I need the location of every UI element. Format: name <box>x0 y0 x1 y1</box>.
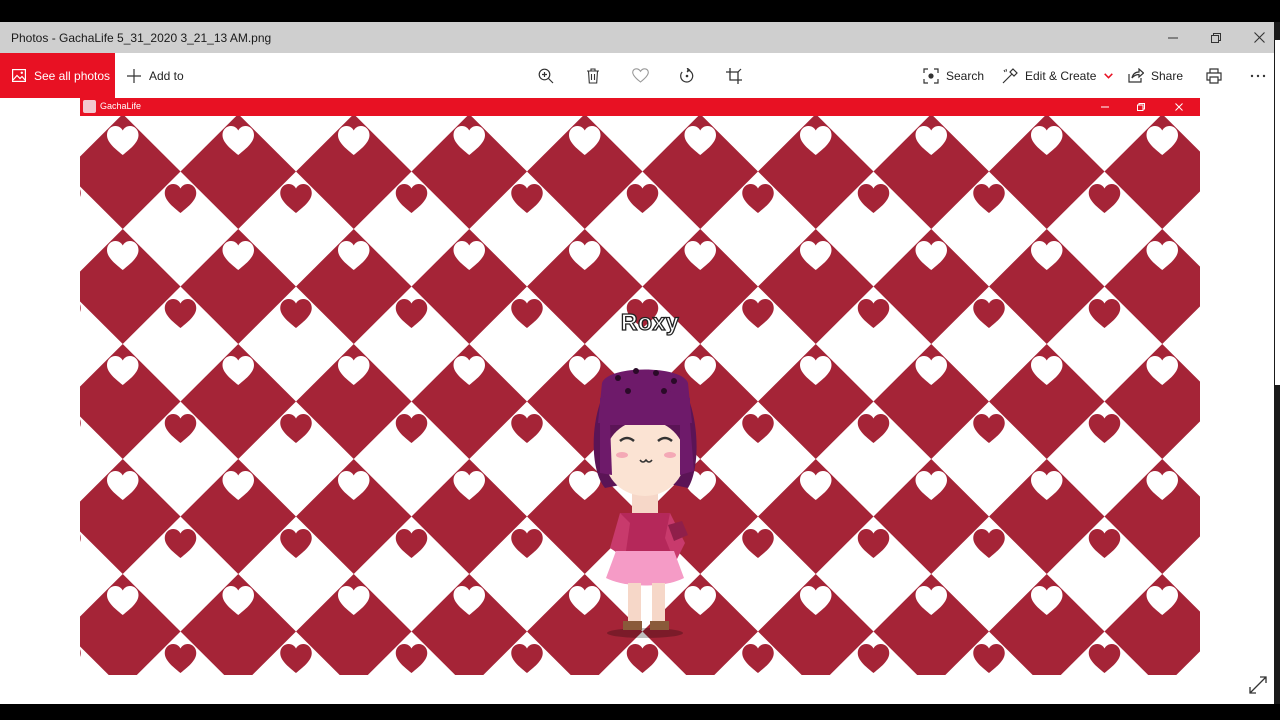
gachalife-app-icon <box>83 100 96 113</box>
rotate-icon <box>680 67 694 83</box>
add-to-button[interactable]: Add to <box>126 53 184 98</box>
zoom-in-icon <box>538 68 554 83</box>
rotate-button[interactable] <box>672 53 702 98</box>
trash-icon <box>587 67 599 84</box>
window-title: Photos - GachaLife 5_31_2020 3_21_13 AM.… <box>11 31 272 45</box>
gacha-character <box>593 368 697 638</box>
search-button[interactable]: Search <box>923 53 984 98</box>
more-icon <box>1250 74 1266 77</box>
share-label: Share <box>1151 68 1184 83</box>
delete-button[interactable] <box>578 53 608 98</box>
toolbar: See all photos Add to Search Edit & Crea… <box>0 53 1274 98</box>
edit-create-button[interactable]: Edit & Create <box>1002 53 1114 98</box>
add-to-label: Add to <box>149 68 184 83</box>
visual-search-icon <box>923 67 939 84</box>
plus-icon <box>126 68 142 84</box>
restore-icon <box>1137 103 1145 111</box>
edit-create-icon <box>1002 67 1018 84</box>
heart-icon <box>631 68 649 83</box>
close-icon <box>1253 32 1265 43</box>
close-icon <box>1175 103 1183 111</box>
gachalife-restore <box>1123 98 1159 116</box>
character-name: Roxy <box>620 308 680 335</box>
chevron-down-icon <box>1104 72 1114 79</box>
bottom-black-bar <box>0 704 1280 720</box>
print-button[interactable] <box>1199 53 1229 98</box>
minimize-icon <box>1168 37 1178 38</box>
photo-viewport: GachaLife Roxy <box>80 98 1200 675</box>
print-icon <box>1206 67 1222 84</box>
fullscreen-button[interactable] <box>1246 673 1270 697</box>
right-edge-scrollbar <box>1275 40 1280 385</box>
crop-button[interactable] <box>719 53 749 98</box>
see-all-photos-button[interactable]: See all photos <box>0 53 115 98</box>
see-all-photos-label: See all photos <box>34 68 111 83</box>
share-icon <box>1128 68 1144 83</box>
gachalife-close <box>1161 98 1197 116</box>
zoom-button[interactable] <box>531 53 561 98</box>
fullscreen-icon <box>1249 676 1267 694</box>
crop-icon <box>726 67 742 84</box>
search-label: Search <box>946 68 985 83</box>
gachalife-minimize <box>1087 98 1123 116</box>
more-button[interactable] <box>1243 53 1273 98</box>
restore-button[interactable] <box>1193 22 1239 53</box>
photos-window: Photos - GachaLife 5_31_2020 3_21_13 AM.… <box>0 22 1274 704</box>
photos-icon <box>12 69 26 82</box>
title-bar: Photos - GachaLife 5_31_2020 3_21_13 AM.… <box>0 22 1274 53</box>
edit-create-label: Edit & Create <box>1025 68 1097 83</box>
gachalife-title-bar: GachaLife <box>80 98 1200 116</box>
favorite-button[interactable] <box>625 53 655 98</box>
restore-icon <box>1211 32 1221 43</box>
top-black-bar <box>0 0 1280 22</box>
gachalife-title: GachaLife <box>100 101 142 111</box>
minimize-button[interactable] <box>1150 22 1196 53</box>
minimize-icon <box>1101 106 1109 108</box>
share-button[interactable]: Share <box>1128 53 1183 98</box>
